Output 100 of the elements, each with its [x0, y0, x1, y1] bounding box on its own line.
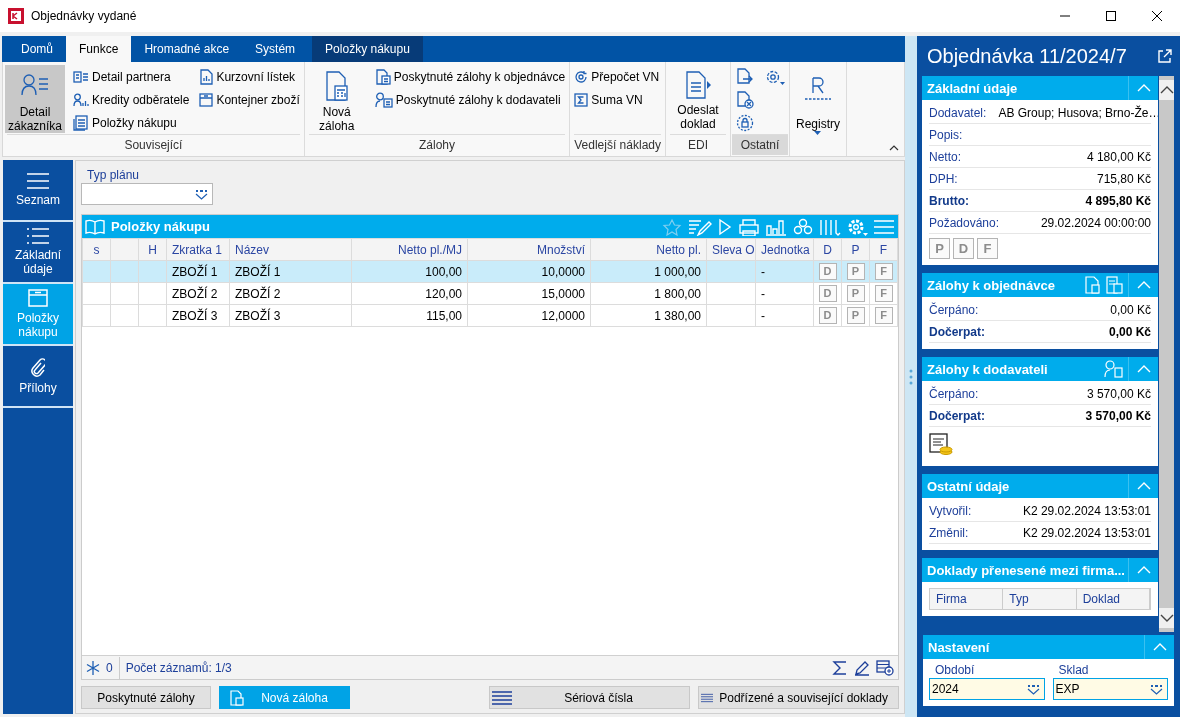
ribbon-button[interactable]: Kontejner zboží: [197, 88, 302, 111]
column-header[interactable]: Netto pl./MJ: [351, 238, 468, 261]
list-edit-icon[interactable]: [688, 217, 712, 236]
open-external-icon[interactable]: [1158, 49, 1172, 63]
collapse-ribbon-icon[interactable]: [889, 145, 899, 151]
section-title: Ostatní údaje: [927, 478, 1011, 494]
person-calculator-icon[interactable]: [1104, 360, 1124, 378]
ribbon-button[interactable]: Suma VN: [572, 88, 663, 111]
printer-icon[interactable]: [738, 217, 760, 236]
ribbon-button[interactable]: Detail zákazníka: [5, 65, 65, 133]
field-value: AB Group; Husova; Brno-Že…: [998, 105, 1158, 120]
field-value: K2 29.02.2024 13:53:01: [1022, 525, 1151, 540]
scrollbar[interactable]: [1159, 76, 1174, 632]
document-calculator-icon[interactable]: [1084, 276, 1102, 294]
table-add-icon[interactable]: [876, 659, 894, 676]
ribbon-tab[interactable]: Domů: [8, 36, 66, 62]
dropdown-arrow-icon[interactable]: [1150, 683, 1163, 695]
column-header[interactable]: H: [138, 238, 167, 261]
sum-icon[interactable]: [832, 659, 848, 676]
play-icon[interactable]: [717, 217, 733, 236]
box-icon: [28, 289, 48, 307]
detail-title: Objednávka 11/2024/7: [927, 44, 1127, 68]
bar-chart-icon[interactable]: [765, 217, 787, 236]
snowflake-icon[interactable]: [86, 660, 100, 675]
ribbon-button[interactable]: Odeslat doklad: [668, 65, 728, 133]
flag-box: F: [977, 238, 998, 259]
field-value: 0,00 Kč: [1110, 302, 1151, 317]
field-label: Netto:: [929, 149, 961, 164]
ribbon-button[interactable]: Kredity odběratele: [71, 88, 192, 111]
column-header[interactable]: Firma: [930, 589, 1004, 609]
menu-icon[interactable]: [873, 217, 895, 236]
ribbon-button[interactable]: Přepočet VN: [572, 65, 663, 88]
column-header[interactable]: Doklad: [1076, 589, 1150, 609]
record-count: Počet záznamů: 1/3: [125, 660, 232, 675]
ribbon-menu-button[interactable]: Registry: [792, 65, 844, 157]
pencil-icon[interactable]: [854, 659, 870, 676]
list-icon: [27, 228, 49, 244]
ribbon-button[interactable]: Kurzovní lístek: [197, 65, 302, 88]
field-label: Typ plánu: [87, 168, 141, 182]
ribbon-button[interactable]: Položky nákupu: [71, 111, 192, 134]
column-header[interactable]: Typ: [1003, 589, 1077, 609]
column-header[interactable]: Množství: [467, 238, 591, 261]
column-header[interactable]: Sleva O: [706, 238, 756, 261]
column-header[interactable]: Zkratka 1: [166, 238, 230, 261]
dropdown-arrow-icon[interactable]: [1026, 683, 1040, 695]
dropdown-field[interactable]: EXP: [1052, 678, 1168, 700]
flag-box: P: [846, 285, 865, 302]
table-cell: ZBOŽÍ 3: [166, 304, 230, 327]
field-label: Vytvořil:: [929, 503, 972, 518]
ribbon-button[interactable]: Detail partnera: [71, 65, 192, 88]
document-send-icon: [684, 71, 712, 99]
star-icon[interactable]: [661, 217, 683, 236]
person-calculator-icon: [374, 91, 393, 108]
nav-item[interactable]: Přílohy: [3, 346, 73, 408]
flag-box: P: [929, 238, 950, 259]
table-cell: ZBOŽÍ 2: [166, 282, 230, 305]
document-chart-icon: [199, 68, 214, 85]
column-header[interactable]: F: [869, 238, 898, 261]
ribbon-tab[interactable]: Položky nákupu: [312, 36, 423, 62]
dropdown-arrow-icon[interactable]: [195, 188, 208, 200]
ribbon-group-label: Vedlejší náklady: [574, 134, 661, 155]
flag-box: F: [874, 263, 893, 280]
section-title: Zálohy k dodavateli: [927, 361, 1049, 377]
column-header[interactable]: D: [813, 238, 842, 261]
chevron-up-icon[interactable]: [1159, 86, 1174, 94]
ribbon-tab[interactable]: Funkce: [66, 36, 132, 62]
settings-icon[interactable]: [846, 217, 868, 236]
section-title: Nastavení: [928, 639, 991, 655]
field-label: DPH:: [929, 171, 958, 186]
cubes-icon[interactable]: [792, 217, 814, 236]
chevron-down-icon[interactable]: [1159, 614, 1174, 622]
document-cross-icon: [736, 90, 754, 109]
card-list-icon: [73, 69, 89, 84]
flag-box: D: [953, 238, 974, 259]
ribbon-button[interactable]: Nová záloha: [306, 65, 367, 133]
document-calculator-icon: [374, 68, 391, 85]
ribbon-button[interactable]: Poskytnuté zálohy k objednávce: [372, 65, 568, 88]
action-button[interactable]: Poskytnuté zálohy: [81, 686, 211, 709]
ribbon-tab[interactable]: Hromadné akce: [131, 36, 243, 62]
document-coins-icon[interactable]: [929, 433, 953, 457]
window-title: Objednávky vydané: [31, 9, 138, 23]
table-cell: 1 380,00: [590, 304, 707, 327]
ribbon-button[interactable]: Poskytnuté zálohy k dodavateli: [372, 88, 568, 111]
field-label: Popis:: [929, 127, 963, 142]
column-header[interactable]: Netto pl.: [590, 238, 707, 261]
flag-box: P: [846, 307, 865, 324]
field-label: Období: [935, 663, 976, 677]
column-header[interactable]: Jednotka: [755, 238, 814, 261]
columns-icon[interactable]: [819, 217, 841, 236]
action-button[interactable]: Sériová čísla: [489, 686, 690, 709]
dropdown-field[interactable]: 2024: [929, 678, 1045, 700]
nav-item[interactable]: Seznam: [3, 160, 73, 222]
field-value: 4 895,80 Kč: [1085, 193, 1151, 208]
document-calculator-icon[interactable]: [1106, 276, 1124, 294]
column-header[interactable]: P: [841, 238, 870, 261]
splitter-handle-icon[interactable]: [909, 368, 913, 385]
ribbon-tab[interactable]: Systém: [242, 36, 309, 62]
column-header[interactable]: s: [82, 238, 111, 261]
action-button[interactable]: Podřízené a související doklady: [698, 686, 899, 709]
column-header[interactable]: Název: [229, 238, 352, 261]
